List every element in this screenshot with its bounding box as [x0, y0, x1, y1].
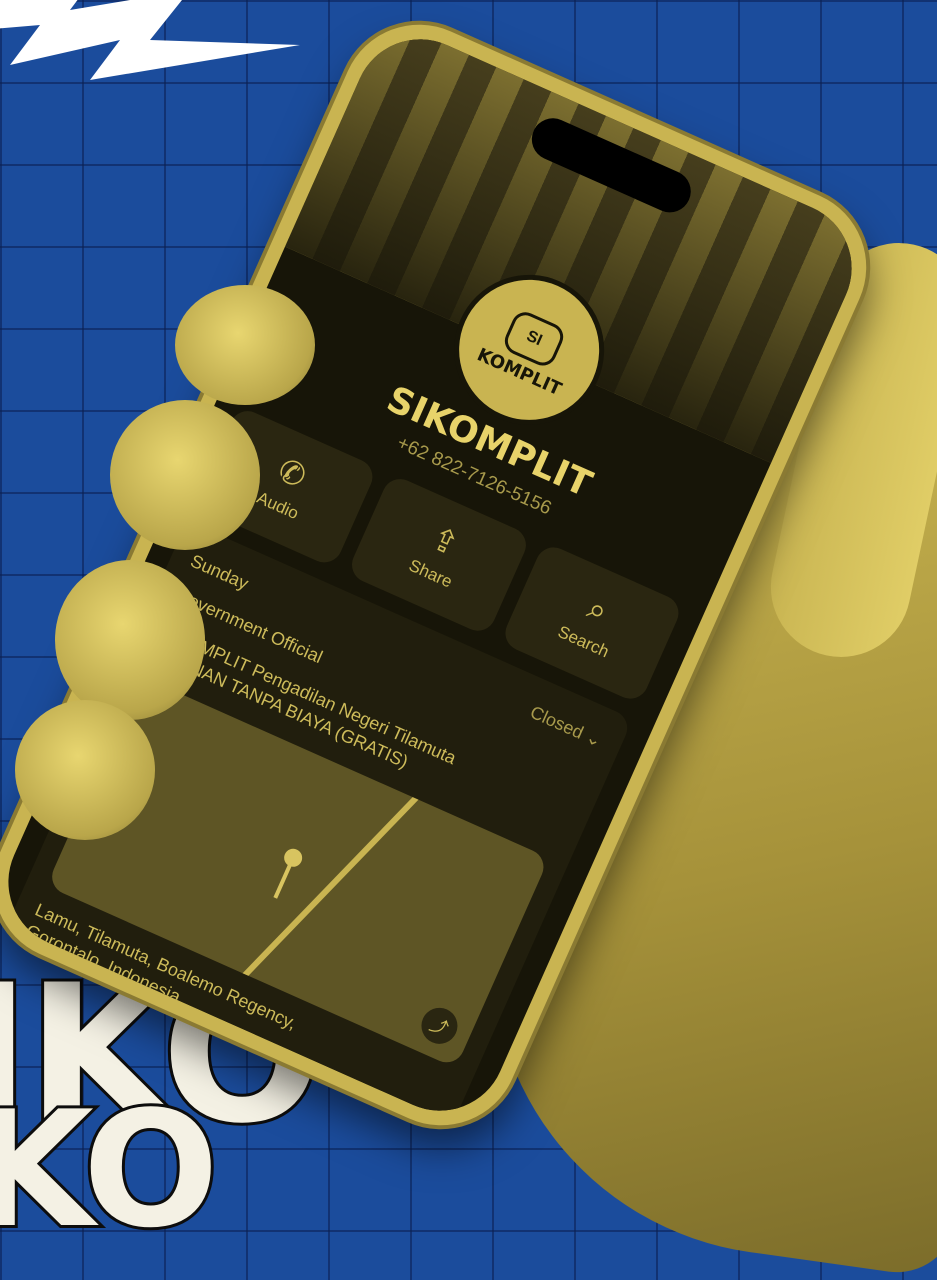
map-pin-stem — [273, 864, 292, 899]
finger-3 — [55, 560, 205, 720]
search-label: Search — [554, 622, 612, 662]
chevron-down-icon: ⌄ — [583, 726, 605, 752]
share-icon: ⇪ — [425, 519, 465, 564]
lightning-bolt-icon — [0, 0, 300, 80]
background-headline-left-bottom: KO — [0, 1076, 222, 1263]
directions-icon[interactable]: ⤴ — [415, 1002, 464, 1050]
map-road — [227, 787, 427, 994]
phone-icon: ✆ — [272, 451, 312, 496]
finger-4 — [15, 700, 155, 840]
finger-1 — [175, 285, 315, 405]
finger-2 — [110, 400, 260, 550]
map-pin-icon — [281, 845, 306, 870]
search-icon: ⌕ — [582, 589, 614, 630]
